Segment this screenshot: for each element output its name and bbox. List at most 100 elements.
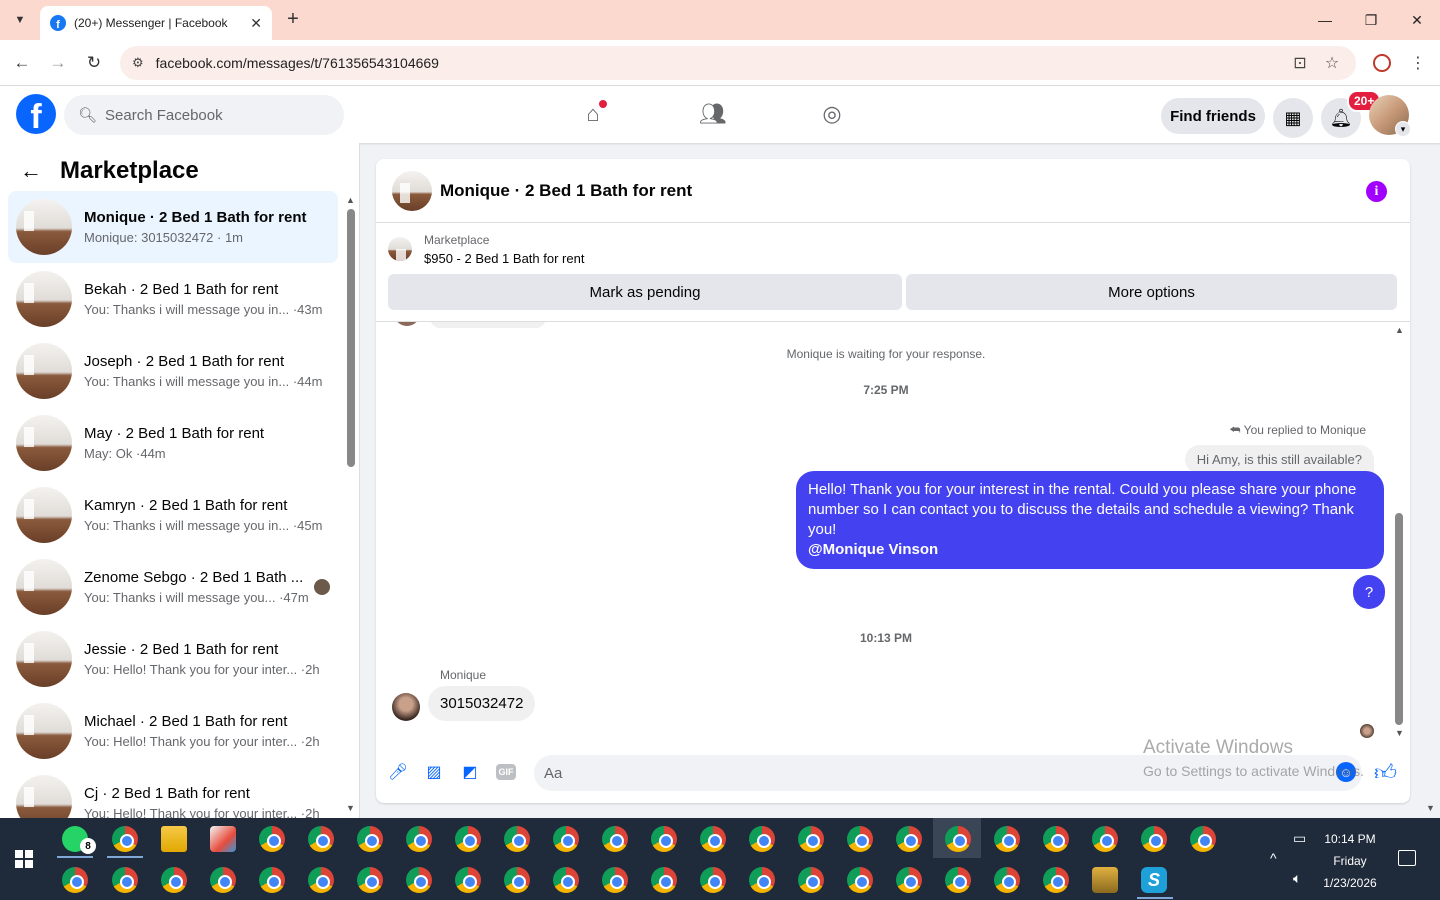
- sidebar-scrollbar[interactable]: [347, 209, 355, 467]
- sticker-icon[interactable]: ◩: [459, 761, 481, 783]
- chrome-icon[interactable]: [406, 867, 432, 893]
- chrome-icon[interactable]: [308, 826, 334, 852]
- scroll-down-icon[interactable]: ▼: [346, 803, 355, 813]
- system-clock[interactable]: 10:14 PM Friday 1/23/2026: [1316, 828, 1384, 894]
- chat-scrollbar[interactable]: [1395, 513, 1403, 725]
- show-hidden-icons-icon[interactable]: ^: [1270, 850, 1277, 866]
- find-friends-button[interactable]: Find friends: [1161, 98, 1265, 134]
- facebook-search[interactable]: 🔍︎: [64, 95, 344, 135]
- chrome-icon[interactable]: [357, 826, 383, 852]
- menu-grid-icon[interactable]: ▦: [1273, 98, 1313, 138]
- conversation-item[interactable]: Monique · 2 Bed 1 Bath for rent Monique:…: [8, 191, 338, 263]
- network-icon[interactable]: ▭: [1293, 830, 1306, 847]
- chrome-icon[interactable]: [259, 867, 285, 893]
- chrome-icon[interactable]: [1043, 826, 1069, 852]
- chrome-icon[interactable]: [651, 867, 677, 893]
- minimize-icon[interactable]: —: [1313, 8, 1337, 32]
- profile-icon[interactable]: [1370, 51, 1394, 75]
- chrome-icon[interactable]: [504, 826, 530, 852]
- chrome-icon[interactable]: [406, 826, 432, 852]
- info-icon[interactable]: i: [1366, 181, 1387, 202]
- chrome-icon[interactable]: [700, 826, 726, 852]
- back-arrow-icon[interactable]: ←: [20, 158, 42, 184]
- chrome-icon[interactable]: [112, 826, 138, 852]
- chrome-icon[interactable]: [308, 867, 334, 893]
- chrome-icon[interactable]: [357, 867, 383, 893]
- microphone-icon[interactable]: 🎤︎: [387, 761, 409, 783]
- volume-icon[interactable]: 🔈︎: [1293, 870, 1301, 887]
- incoming-message[interactable]: 3015032472: [428, 686, 536, 721]
- chrome-icon[interactable]: [1043, 867, 1069, 893]
- chrome-icon[interactable]: [112, 867, 138, 893]
- conversation-item[interactable]: May · 2 Bed 1 Bath for rent May: Ok ·44m: [8, 407, 338, 479]
- chat-listing-avatar[interactable]: [392, 170, 432, 211]
- chrome-icon[interactable]: [62, 867, 88, 893]
- scroll-up-icon[interactable]: ▲: [1395, 325, 1404, 335]
- conversation-item[interactable]: Joseph · 2 Bed 1 Bath for rent You: Than…: [8, 335, 338, 407]
- chrome-icon[interactable]: [455, 826, 481, 852]
- install-app-icon[interactable]: ⊡: [1288, 51, 1312, 75]
- chrome-icon[interactable]: [994, 826, 1020, 852]
- chrome-icon[interactable]: [161, 867, 187, 893]
- photo-icon[interactable]: ▨: [423, 761, 445, 783]
- chrome-icon[interactable]: [700, 867, 726, 893]
- facebook-logo-icon[interactable]: f: [16, 94, 56, 134]
- mention-link[interactable]: @Monique Vinson: [808, 540, 1372, 560]
- chrome-icon[interactable]: [896, 826, 922, 852]
- new-tab-icon[interactable]: +: [282, 8, 304, 30]
- chrome-icon[interactable]: [504, 867, 530, 893]
- close-window-icon[interactable]: ✕: [1405, 8, 1429, 32]
- conversation-item[interactable]: Zenome Sebgo · 2 Bed 1 Bath ... You: Tha…: [8, 551, 338, 623]
- page-scroll-down-icon[interactable]: ▼: [1426, 803, 1435, 813]
- conversation-item[interactable]: Michael · 2 Bed 1 Bath for rent You: Hel…: [8, 695, 338, 767]
- chrome-icon[interactable]: [798, 826, 824, 852]
- outgoing-message[interactable]: ?: [1353, 575, 1385, 609]
- s-app-icon[interactable]: S: [1141, 867, 1167, 893]
- forward-icon[interactable]: →: [46, 51, 70, 75]
- tab-search-dropdown-icon[interactable]: ▼: [8, 8, 32, 32]
- chrome-icon[interactable]: [749, 867, 775, 893]
- chrome-icon[interactable]: [945, 867, 971, 893]
- back-icon[interactable]: ←: [10, 51, 34, 75]
- paint-icon[interactable]: [210, 826, 236, 852]
- chrome-icon[interactable]: [210, 867, 236, 893]
- chrome-icon[interactable]: [994, 867, 1020, 893]
- friends-icon[interactable]: 👥︎: [699, 100, 727, 128]
- reload-icon[interactable]: ↻: [82, 51, 106, 75]
- chat-title[interactable]: Monique · 2 Bed 1 Bath for rent: [440, 181, 692, 201]
- outgoing-message[interactable]: Hello! Thank you for your interest in th…: [796, 471, 1384, 569]
- thumbs-up-icon[interactable]: 👍︎: [1374, 759, 1397, 786]
- chrome-icon[interactable]: [455, 867, 481, 893]
- chrome-icon[interactable]: [847, 867, 873, 893]
- marketplace-listing[interactable]: Marketplace $950 - 2 Bed 1 Bath for rent: [388, 233, 584, 266]
- scroll-up-icon[interactable]: ▲: [346, 195, 355, 205]
- conversation-item[interactable]: Kamryn · 2 Bed 1 Bath for rent You: Than…: [8, 479, 338, 551]
- windows-start-icon[interactable]: [15, 850, 33, 868]
- chrome-icon[interactable]: [602, 826, 628, 852]
- sender-avatar[interactable]: [392, 693, 420, 721]
- groups-icon[interactable]: ◎: [818, 100, 846, 128]
- conversation-item[interactable]: Cj · 2 Bed 1 Bath for rent You: Hello! T…: [8, 767, 338, 818]
- address-bar[interactable]: ⚙ facebook.com/messages/t/76135654310466…: [120, 46, 1356, 80]
- chrome-icon[interactable]: [1141, 826, 1167, 852]
- more-options-button[interactable]: More options: [906, 274, 1397, 310]
- chrome-icon[interactable]: [1190, 826, 1216, 852]
- conversation-item[interactable]: Jessie · 2 Bed 1 Bath for rent You: Hell…: [8, 623, 338, 695]
- chrome-icon[interactable]: [847, 826, 873, 852]
- tab-close-icon[interactable]: ✕: [250, 15, 262, 32]
- chrome-icon[interactable]: [945, 826, 971, 852]
- search-input[interactable]: [105, 106, 326, 124]
- chrome-icon[interactable]: [602, 867, 628, 893]
- account-caret-icon[interactable]: ▾: [1395, 121, 1411, 137]
- mark-as-pending-button[interactable]: Mark as pending: [388, 274, 902, 310]
- chrome-icon[interactable]: [749, 826, 775, 852]
- quoted-message[interactable]: Hi Amy, is this still available?: [1184, 445, 1374, 474]
- chrome-icon[interactable]: [553, 867, 579, 893]
- chrome-icon[interactable]: [259, 826, 285, 852]
- conversation-item[interactable]: Bekah · 2 Bed 1 Bath for rent You: Thank…: [8, 263, 338, 335]
- chrome-icon[interactable]: [798, 867, 824, 893]
- chrome-icon[interactable]: [896, 867, 922, 893]
- bookmark-star-icon[interactable]: ☆: [1320, 51, 1344, 75]
- maximize-icon[interactable]: ❐: [1359, 8, 1383, 32]
- app-icon[interactable]: [1092, 867, 1118, 893]
